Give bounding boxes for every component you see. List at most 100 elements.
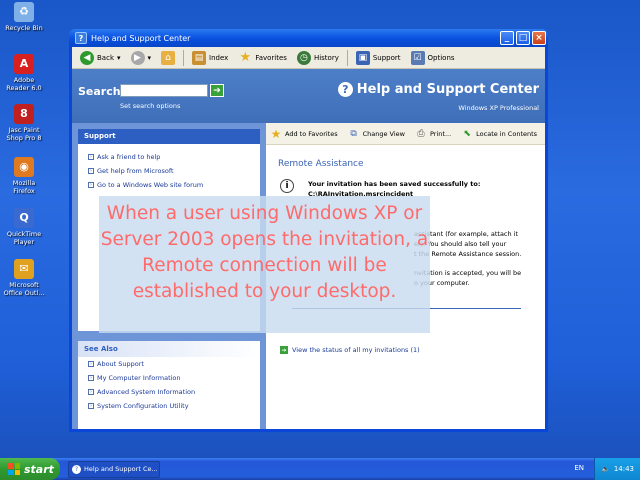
para-line: o your computer. (414, 279, 470, 287)
view-invitation-status-link[interactable]: ➔ View the status of all my invitations … (280, 346, 420, 354)
help-icon: ? (72, 464, 81, 474)
support-label: Support (372, 53, 401, 62)
desktop-icon-outlook[interactable]: ✉ Microsoft Office Outl... (2, 259, 46, 297)
locate-label: Locate in Contents (476, 129, 538, 138)
os-edition: Windows XP Professional (458, 104, 539, 112)
see-also-panel: See Also › About Support › My Computer I… (78, 341, 260, 429)
main-toolbar: ◀ Back ▾ ▶ ▾ ⌂ ▤ Index ★ Favorites ◷ His… (72, 47, 545, 69)
options-icon: ☑ (410, 50, 425, 65)
see-also-advanced-system-info[interactable]: › Advanced System Information (78, 385, 260, 399)
star-icon: ★ (239, 50, 252, 65)
start-label: start (24, 462, 54, 476)
taskbar: start ? Help and Support Ce... EN 🔈 14:4… (0, 458, 640, 480)
change-view-icon: ⧉ (350, 128, 357, 139)
favorites-button[interactable]: ★ Favorites (234, 49, 291, 67)
desktop-icon-paint-shop-pro[interactable]: 8 Jasc Paint Shop Pro 8 (2, 104, 46, 142)
support-link-ask-friend[interactable]: › Ask a friend to help (78, 150, 260, 164)
support-button[interactable]: ▣ Support (352, 49, 405, 67)
history-icon: ◷ (296, 50, 311, 65)
para-line: t the Remote Assistance session. (414, 250, 522, 258)
desktop-icon-adobe-reader[interactable]: A Adobe Reader 6.0 (2, 54, 46, 92)
home-button[interactable]: ⌂ (157, 49, 179, 67)
desktop-icon-label: Mozilla Firefox (12, 179, 36, 195)
back-button[interactable]: ◀ Back ▾ (76, 49, 125, 67)
bullet-box-icon: › (88, 154, 94, 160)
taskbar-item-help-support[interactable]: ? Help and Support Ce... (68, 460, 160, 478)
quicktime-icon: Q (14, 208, 34, 228)
bullet-box-icon: › (88, 182, 94, 188)
support-heading: Support (78, 129, 260, 144)
options-button[interactable]: ☑ Options (407, 49, 459, 67)
close-button[interactable]: × (532, 31, 546, 45)
instructions-para-2: nvitation is accepted, you will be o you… (414, 268, 545, 288)
status-link-label: View the status of all my invitations (1… (292, 346, 420, 354)
search-go-button[interactable]: ➔ (210, 84, 224, 97)
maximize-button[interactable]: □ (516, 31, 530, 45)
change-view-label: Change View (362, 129, 405, 138)
language-indicator[interactable]: EN (574, 464, 584, 472)
search-label: Search (78, 85, 121, 98)
print-button[interactable]: ⎙ Print... (415, 128, 451, 140)
options-label: Options (427, 53, 455, 62)
see-also-about-support[interactable]: › About Support (78, 357, 260, 371)
history-button[interactable]: ◷ History (293, 49, 343, 67)
page-title: ? Help and Support Center (337, 82, 539, 97)
firefox-icon: ◉ (14, 157, 34, 177)
content-title: Remote Assistance (278, 159, 364, 169)
system-tray: 🔈 14:43 (594, 458, 640, 480)
help-icon: ? (337, 82, 353, 97)
minimize-button[interactable]: _ (500, 31, 514, 45)
desktop-icon-label: Microsoft Office Outl... (3, 281, 45, 297)
paint-shop-pro-icon: 8 (14, 104, 34, 124)
see-also-heading: See Also (78, 341, 260, 357)
chevron-down-icon[interactable]: ▾ (148, 54, 152, 62)
see-also-system-config[interactable]: › System Configuration Utility (78, 399, 260, 413)
saved-message-line: Your invitation has been saved successfu… (308, 180, 481, 188)
chevron-down-icon[interactable]: ▾ (117, 54, 121, 62)
start-button[interactable]: start (0, 458, 60, 480)
see-also-label: Advanced System Information (97, 388, 196, 396)
support-icon: ▣ (355, 50, 370, 65)
para-line: er). You should also tell your (414, 240, 507, 248)
favorites-label: Favorites (255, 53, 287, 62)
print-label: Print... (430, 129, 452, 138)
desktop-icon-recycle-bin[interactable]: ♻ Recycle Bin (2, 2, 46, 32)
para-line: assistant (for example, attach it (414, 230, 519, 238)
forward-arrow-icon: ▶ (130, 50, 145, 65)
desktop-icon-label: Jasc Paint Shop Pro 8 (6, 126, 42, 142)
desktop-icon-firefox[interactable]: ◉ Mozilla Firefox (2, 157, 46, 195)
search-input[interactable] (120, 84, 208, 97)
locate-arrow-icon: ⬉ (463, 128, 471, 139)
window-title: Help and Support Center (91, 33, 191, 43)
add-to-favorites-label: Add to Favorites (285, 129, 338, 138)
change-view-button[interactable]: ⧉ Change View (348, 128, 405, 140)
tutorial-caption: When a user using Windows XP or Server 2… (99, 196, 430, 333)
forward-button[interactable]: ▶ ▾ (127, 49, 156, 67)
back-label: Back (97, 53, 114, 62)
home-icon: ⌂ (161, 50, 176, 65)
clock[interactable]: 14:43 (614, 465, 634, 473)
speaker-icon[interactable]: 🔈 (601, 465, 610, 473)
index-label: Index (209, 53, 229, 62)
desktop-icon-quicktime[interactable]: Q QuickTime Player (2, 208, 46, 246)
support-link-label: Ask a friend to help (97, 153, 161, 161)
support-link-label: Get help from Microsoft (97, 167, 174, 175)
locate-in-contents-button[interactable]: ⬉ Locate in Contents (461, 128, 537, 140)
bullet-box-icon: › (88, 375, 94, 381)
bullet-box-icon: › (88, 403, 94, 409)
see-also-label: My Computer Information (97, 374, 181, 382)
see-also-my-computer-info[interactable]: › My Computer Information (78, 371, 260, 385)
set-search-options-link[interactable]: Set search options (120, 102, 180, 110)
support-link-forum[interactable]: › Go to a Windows Web site forum (78, 178, 260, 192)
add-to-favorites-button[interactable]: ★ Add to Favorites (270, 127, 338, 141)
header-band: Search ➔ Set search options ? Help and S… (72, 69, 545, 123)
help-icon: ? (75, 32, 87, 44)
support-link-microsoft[interactable]: › Get help from Microsoft (78, 164, 260, 178)
see-also-label: System Configuration Utility (97, 402, 189, 410)
bullet-box-icon: › (88, 361, 94, 367)
index-button[interactable]: ▤ Index (188, 49, 232, 67)
adobe-reader-icon: A (14, 54, 34, 74)
recycle-bin-icon: ♻ (14, 2, 34, 22)
desktop-icon-label: Recycle Bin (5, 24, 43, 32)
window-titlebar[interactable]: ? Help and Support Center _ □ × (69, 29, 548, 47)
